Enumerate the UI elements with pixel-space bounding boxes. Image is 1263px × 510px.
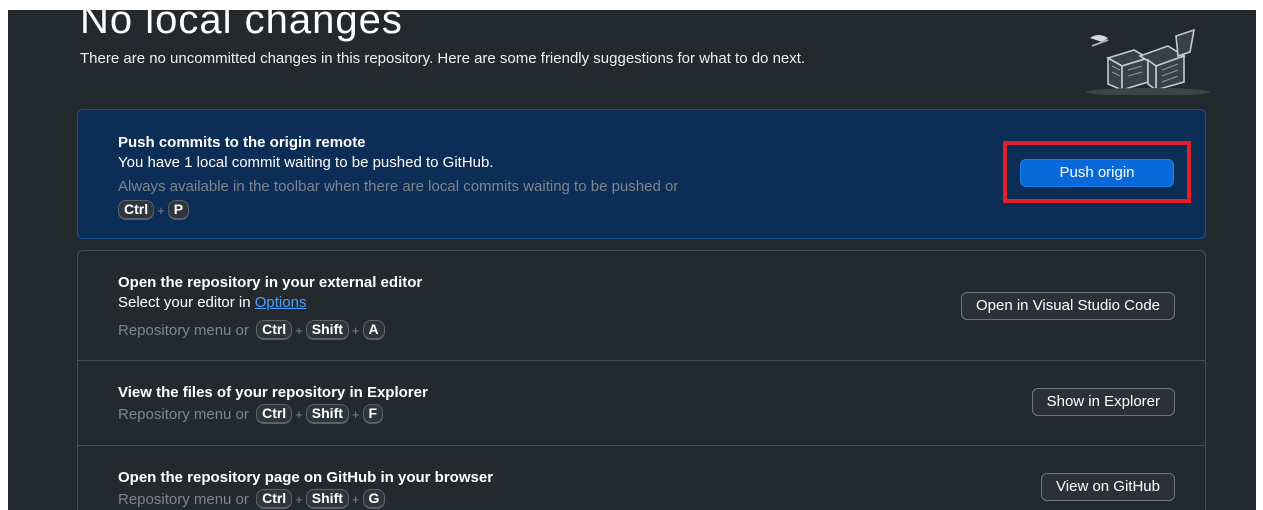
plus-sign: +: [351, 406, 360, 422]
push-commits-card: Push commits to the origin remote You ha…: [77, 109, 1206, 239]
kbd-shift: Shift: [305, 404, 349, 424]
view-on-github-button[interactable]: View on GitHub: [1041, 473, 1175, 501]
show-explorer-row: View the files of your repository in Exp…: [78, 361, 1205, 446]
open-editor-title: Open the repository in your external edi…: [118, 274, 423, 291]
show-explorer-title: View the files of your repository in Exp…: [118, 384, 428, 401]
plus-sign: +: [157, 202, 165, 218]
plus-sign: +: [351, 491, 360, 507]
suggestions-list: Open the repository in your external edi…: [77, 250, 1206, 510]
view-github-title: Open the repository page on GitHub in yo…: [118, 469, 494, 486]
open-editor-description: Select your editor in Options: [118, 294, 306, 311]
kbd-f: F: [362, 404, 384, 424]
view-github-hint: Repository menu or Ctrl + Shift + G: [118, 489, 388, 509]
page-title: No local changes: [80, 10, 403, 42]
push-card-title: Push commits to the origin remote: [118, 134, 366, 151]
plus-sign: +: [295, 406, 303, 422]
show-explorer-hint: Repository menu or Ctrl + Shift + F: [118, 404, 386, 424]
hint-prefix: Repository menu or: [118, 490, 249, 508]
plus-sign: +: [351, 322, 360, 338]
app-window: No local changes There are no uncommitte…: [8, 10, 1256, 510]
hint-prefix: Repository menu or: [118, 405, 249, 423]
kbd-a: A: [362, 320, 385, 340]
plus-sign: +: [295, 322, 303, 338]
push-origin-button[interactable]: Push origin: [1020, 159, 1174, 187]
kbd-ctrl: Ctrl: [256, 320, 293, 340]
push-card-shortcut: Ctrl + P: [115, 200, 192, 220]
open-editor-description-text: Select your editor in: [118, 294, 251, 311]
push-card-description: You have 1 local commit waiting to be pu…: [118, 154, 494, 171]
kbd-ctrl: Ctrl: [256, 489, 293, 509]
page-subtitle: There are no uncommitted changes in this…: [80, 50, 806, 67]
kbd-shift: Shift: [305, 320, 349, 340]
open-editor-row: Open the repository in your external edi…: [78, 251, 1205, 361]
plus-sign: +: [295, 491, 303, 507]
show-in-explorer-button[interactable]: Show in Explorer: [1031, 388, 1175, 416]
kbd-p: P: [167, 200, 190, 220]
hint-prefix: Repository menu or: [118, 321, 249, 339]
push-card-hint-text: Always available in the toolbar when the…: [118, 178, 679, 195]
open-editor-hint: Repository menu or Ctrl + Shift + A: [118, 320, 388, 340]
options-link[interactable]: Options: [255, 294, 307, 311]
kbd-g: G: [362, 489, 386, 509]
view-github-row: Open the repository page on GitHub in yo…: [78, 446, 1205, 510]
push-card-hint: Always available in the toolbar when the…: [118, 178, 678, 195]
kbd-shift: Shift: [305, 489, 349, 509]
empty-boxes-illustration-icon: [1086, 28, 1210, 95]
kbd-ctrl: Ctrl: [256, 404, 293, 424]
kbd-ctrl: Ctrl: [118, 200, 155, 220]
open-in-vscode-button[interactable]: Open in Visual Studio Code: [960, 292, 1175, 320]
